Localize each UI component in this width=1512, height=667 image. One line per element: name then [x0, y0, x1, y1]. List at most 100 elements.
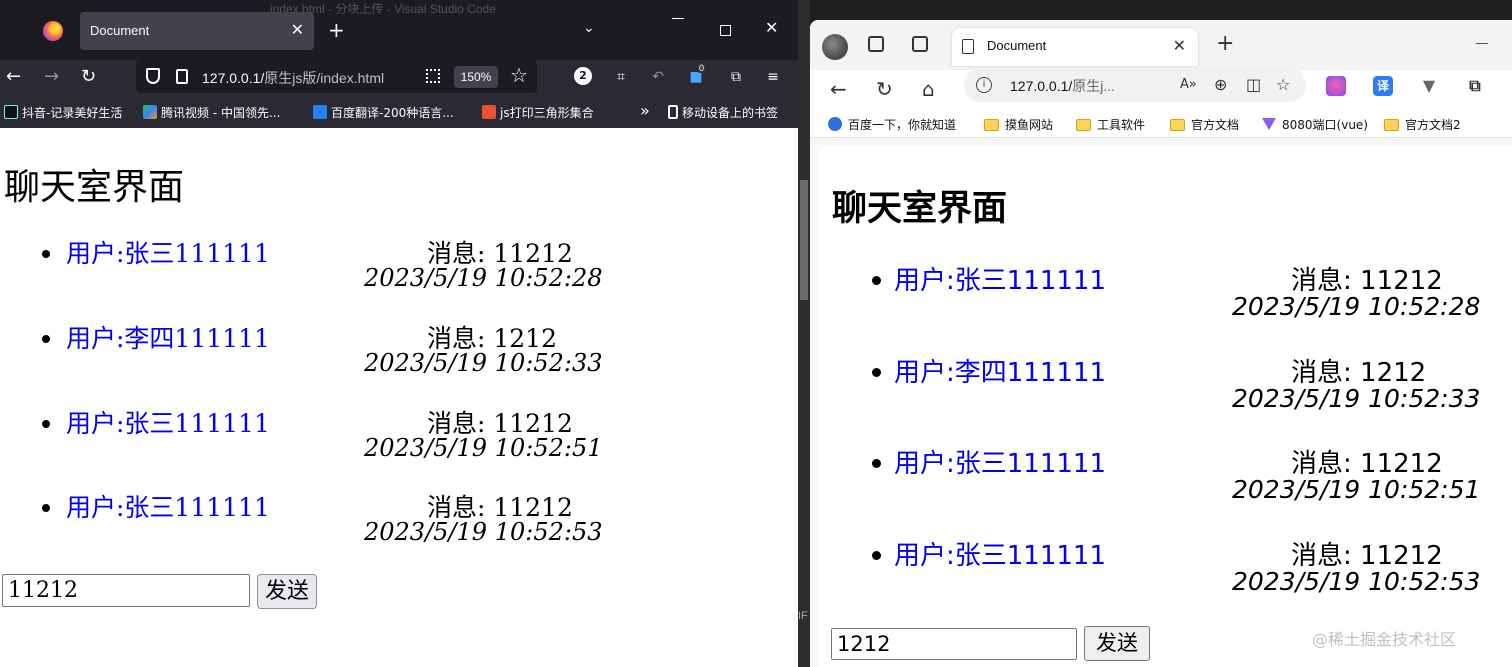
message-item: 用户:张三111111 消息: 11212 2023/5/19 10:52:53 — [818, 535, 1512, 627]
minimize-button[interactable] — [672, 18, 684, 19]
address-bar[interactable]: 127.0.0.1/原生js版/index.html 150% ☆ — [136, 60, 537, 93]
crop-icon[interactable]: ⌗ — [611, 66, 631, 88]
page-heading: 聊天室界面 — [4, 167, 185, 208]
url-text[interactable]: 127.0.0.1/原生js版/index.html — [202, 68, 384, 88]
page-content: 聊天室界面 用户:张三111111 消息: 11212 2023/5/19 10… — [0, 128, 798, 667]
info-icon[interactable]: i — [976, 77, 992, 93]
vue-icon — [1262, 118, 1276, 130]
forward-arrow-icon[interactable]: → — [44, 66, 59, 88]
shield-icon[interactable] — [146, 68, 160, 84]
list-bullet — [872, 276, 881, 285]
message-time: 2023/5/19 10:52:28 — [364, 264, 603, 292]
scrollbar-thumb[interactable] — [800, 180, 808, 300]
tab-actions-icon[interactable] — [912, 36, 928, 52]
extension-count-badge[interactable]: 2 — [574, 67, 592, 85]
bookmark-tencent-video[interactable]: 腾讯视频 - 中国领先... — [143, 104, 280, 121]
message-time: 2023/5/19 10:52:51 — [1232, 475, 1481, 504]
list-bullet — [42, 250, 50, 258]
bookmarks-overflow-button[interactable]: » — [640, 101, 650, 120]
send-button[interactable]: 发送 — [257, 574, 317, 609]
message-user-link[interactable]: 用户:张三111111 — [66, 404, 270, 440]
tab-document[interactable]: Document ✕ — [952, 28, 1198, 66]
firefox-logo-icon[interactable] — [43, 21, 63, 41]
bookmark-tools[interactable]: 工具软件 — [1076, 116, 1145, 133]
chevron-down-icon[interactable]: ⌄ — [583, 20, 595, 36]
message-user-link[interactable]: 用户:张三111111 — [66, 234, 270, 270]
message-user-link[interactable]: 用户:张三111111 — [894, 443, 1106, 480]
new-tab-button[interactable]: + — [1216, 32, 1234, 56]
zoom-level-button[interactable]: 150% — [454, 66, 498, 88]
bookmark-moyu[interactable]: 摸鱼网站 — [984, 116, 1053, 133]
message-item: 用户:张三111111 消息: 11212 2023/5/19 10:52:53 — [0, 488, 798, 573]
firefox-titlebar: index.html - 分块上传 - Visual Studio Code D… — [0, 0, 798, 60]
reload-icon[interactable]: ↻ — [876, 76, 893, 102]
bookmark-docs[interactable]: 官方文档 — [1170, 116, 1239, 133]
bookmark-vue-port[interactable]: 8080端口(vue) — [1262, 116, 1368, 133]
read-aloud-icon[interactable]: A» — [1180, 74, 1197, 96]
message-user-link[interactable]: 用户:张三111111 — [894, 535, 1106, 572]
extension-badge: 0 — [697, 63, 707, 73]
close-tab-icon[interactable]: ✕ — [1173, 36, 1186, 55]
bookmark-docs2[interactable]: 官方文档2 — [1384, 116, 1461, 133]
bookmark-baidu[interactable]: 百度一下，你就知道 — [828, 116, 956, 133]
maximize-button[interactable] — [720, 25, 731, 36]
qr-code-icon[interactable] — [426, 69, 440, 83]
bookmark-douyin[interactable]: 抖音-记录美好生活 — [4, 104, 122, 121]
close-window-button[interactable]: ✕ — [765, 20, 778, 36]
page-info-icon[interactable] — [176, 69, 188, 84]
profile-avatar[interactable] — [822, 34, 848, 60]
firefox-window: index.html - 分块上传 - Visual Studio Code D… — [0, 0, 798, 667]
collections-icon[interactable] — [868, 36, 884, 52]
bookmark-star-icon[interactable]: ☆ — [510, 63, 528, 87]
address-bar[interactable]: i 127.0.0.1/原生j... A» ⊕ ◫ ☆ — [964, 68, 1306, 102]
bookmarks-bar: 抖音-记录美好生活 腾讯视频 - 中国领先... 百度翻译-200种语言... … — [0, 96, 798, 128]
reload-icon[interactable]: ↻ — [81, 66, 96, 88]
translate-extension-icon[interactable]: 译 — [1373, 76, 1393, 96]
menu-icon[interactable]: ≡ — [763, 66, 783, 88]
tencent-video-icon — [143, 105, 157, 119]
zoom-icon[interactable]: ⊕ — [1214, 74, 1227, 96]
bookmark-js-triangle[interactable]: js打印三角形集合 — [482, 104, 594, 121]
list-bullet — [872, 459, 881, 468]
folder-icon — [1076, 119, 1091, 131]
message-user-link[interactable]: 用户:李四111111 — [66, 319, 270, 355]
bookmarks-bar: 百度一下，你就知道 摸鱼网站 工具软件 官方文档 8080端口(vue) 官方文… — [810, 110, 1512, 138]
translate-icon — [313, 105, 327, 119]
back-arrow-icon[interactable]: ← — [6, 66, 21, 88]
extensions-puzzle-icon[interactable]: ⧉ — [1465, 76, 1485, 96]
mobile-bookmarks[interactable]: 移动设备上的书签 — [668, 104, 778, 121]
new-tab-button[interactable]: + — [328, 18, 345, 42]
message-input[interactable] — [2, 574, 250, 607]
message-time: 2023/5/19 10:52:53 — [1232, 567, 1481, 596]
url-text[interactable]: 127.0.0.1/原生j... — [1010, 76, 1115, 96]
message-user-link[interactable]: 用户:张三111111 — [66, 488, 270, 524]
message-time: 2023/5/19 10:52:28 — [1232, 292, 1481, 321]
close-tab-icon[interactable]: ✕ — [291, 20, 304, 39]
list-bullet — [872, 368, 881, 377]
folder-icon — [984, 119, 999, 131]
favorite-star-icon[interactable]: ☆ — [1276, 74, 1290, 96]
folder-icon — [1384, 119, 1399, 131]
message-item: 用户:李四111111 消息: 1212 2023/5/19 10:52:33 — [0, 319, 798, 404]
send-button[interactable]: 发送 — [1084, 626, 1150, 661]
minimize-button[interactable] — [1476, 43, 1488, 44]
message-item: 用户:张三111111 消息: 11212 2023/5/19 10:52:51 — [0, 404, 798, 489]
vue-devtools-icon[interactable]: ▼ — [1419, 76, 1439, 96]
copilot-icon[interactable] — [1326, 76, 1346, 96]
bookmark-baidu-translate[interactable]: 百度翻译-200种语言... — [313, 104, 454, 121]
split-screen-icon[interactable]: ◫ — [1246, 74, 1261, 96]
undo-icon[interactable]: ↶ — [648, 66, 668, 88]
message-input[interactable] — [831, 628, 1077, 660]
message-user-link[interactable]: 用户:张三111111 — [894, 260, 1106, 297]
message-time: 2023/5/19 10:52:33 — [364, 349, 603, 377]
page-heading: 聊天室界面 — [832, 189, 1008, 229]
back-arrow-icon[interactable]: ← — [830, 76, 847, 102]
csdn-icon — [482, 105, 496, 119]
list-bullet — [872, 551, 881, 560]
puzzle-icon[interactable]: ⧉ — [726, 66, 746, 88]
tab-document[interactable]: Document ✕ — [80, 12, 314, 50]
message-user-link[interactable]: 用户:李四111111 — [894, 352, 1106, 389]
message-time: 2023/5/19 10:52:51 — [364, 434, 603, 462]
message-item: 用户:张三111111 消息: 11212 2023/5/19 10:52:28 — [818, 260, 1512, 352]
home-icon[interactable]: ⌂ — [922, 76, 935, 102]
